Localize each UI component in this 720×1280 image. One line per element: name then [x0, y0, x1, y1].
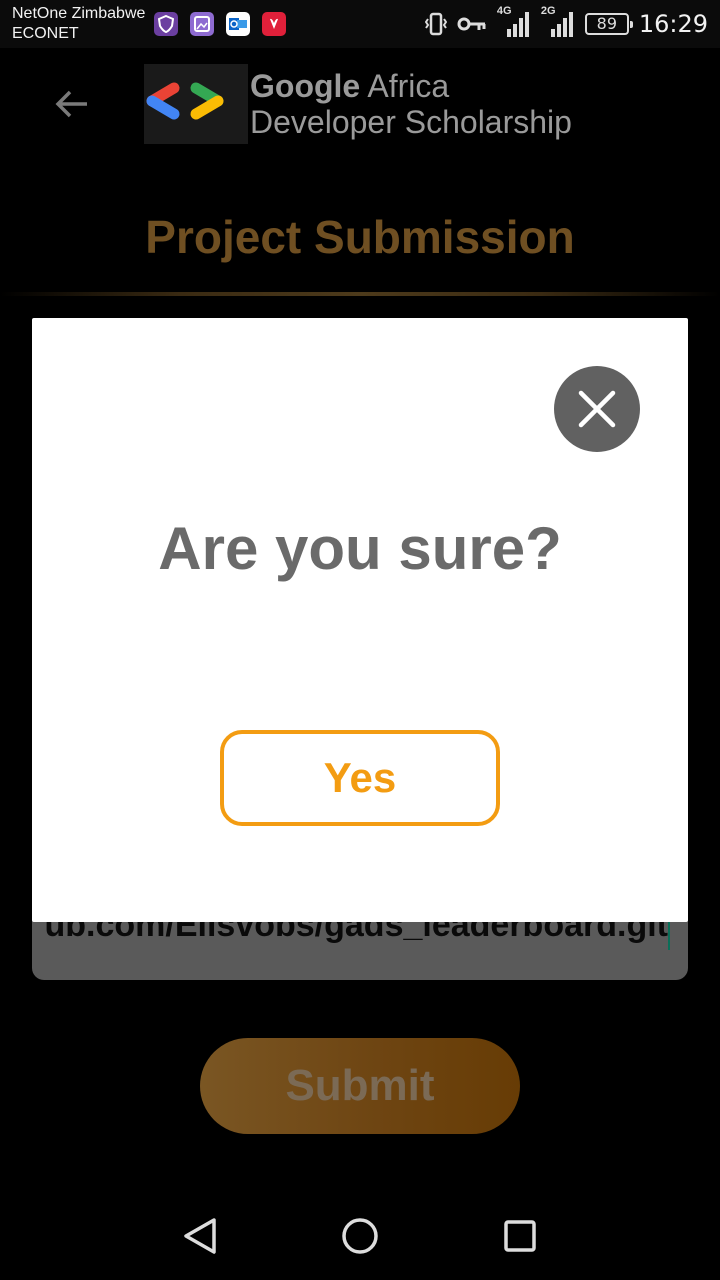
- nav-back-button[interactable]: [176, 1212, 224, 1260]
- nav-home-button[interactable]: [336, 1212, 384, 1260]
- signal-2g-icon: 2G: [541, 5, 575, 39]
- square-recents-icon: [504, 1220, 536, 1252]
- status-bar: NetOne Zimbabwe ECONET 4G 2G 89 16:29: [0, 0, 720, 48]
- navigation-bar: [0, 1192, 720, 1280]
- brand-title: Google Africa Developer Scholarship: [250, 68, 572, 140]
- page-title: Project Submission: [145, 211, 575, 263]
- brand-google: Google: [250, 68, 361, 104]
- huawei-icon: [262, 12, 286, 36]
- battery-icon: 89: [584, 13, 633, 35]
- carrier-name: NetOne Zimbabwe: [12, 5, 146, 22]
- signal-4g-icon: 4G: [497, 5, 531, 39]
- carrier-info: NetOne Zimbabwe ECONET: [12, 4, 145, 44]
- notification-icons: [154, 12, 286, 36]
- text-cursor: [668, 920, 670, 950]
- clock: 16:29: [638, 10, 708, 38]
- vpn-key-icon: [457, 17, 486, 31]
- submit-button[interactable]: Submit: [200, 1038, 520, 1134]
- close-icon: [578, 390, 616, 428]
- outlook-icon: [226, 12, 250, 36]
- brand-africa: Africa: [360, 68, 450, 104]
- dialog-message: Are you sure?: [158, 515, 562, 582]
- back-arrow-icon: [55, 90, 87, 118]
- close-dialog-button[interactable]: [554, 366, 640, 452]
- shield-app-icon: [154, 12, 178, 36]
- nav-recents-button[interactable]: [496, 1212, 544, 1260]
- back-button[interactable]: [48, 80, 96, 128]
- circle-home-icon: [342, 1218, 378, 1254]
- system-icons: 4G 2G 89 16:29: [424, 5, 708, 40]
- confirm-dialog: Are you sure? Yes: [32, 318, 688, 922]
- vibrate-icon: [424, 12, 447, 36]
- gallery-icon: [190, 12, 214, 36]
- title-divider: [0, 292, 720, 296]
- triangle-back-icon: [184, 1218, 216, 1254]
- brand-subtitle: Developer Scholarship: [250, 104, 572, 140]
- code-brackets-logo-icon: [146, 82, 224, 120]
- carrier-secondary: ECONET: [12, 25, 79, 42]
- yes-button[interactable]: Yes: [220, 730, 500, 826]
- gads-logo: [144, 64, 248, 144]
